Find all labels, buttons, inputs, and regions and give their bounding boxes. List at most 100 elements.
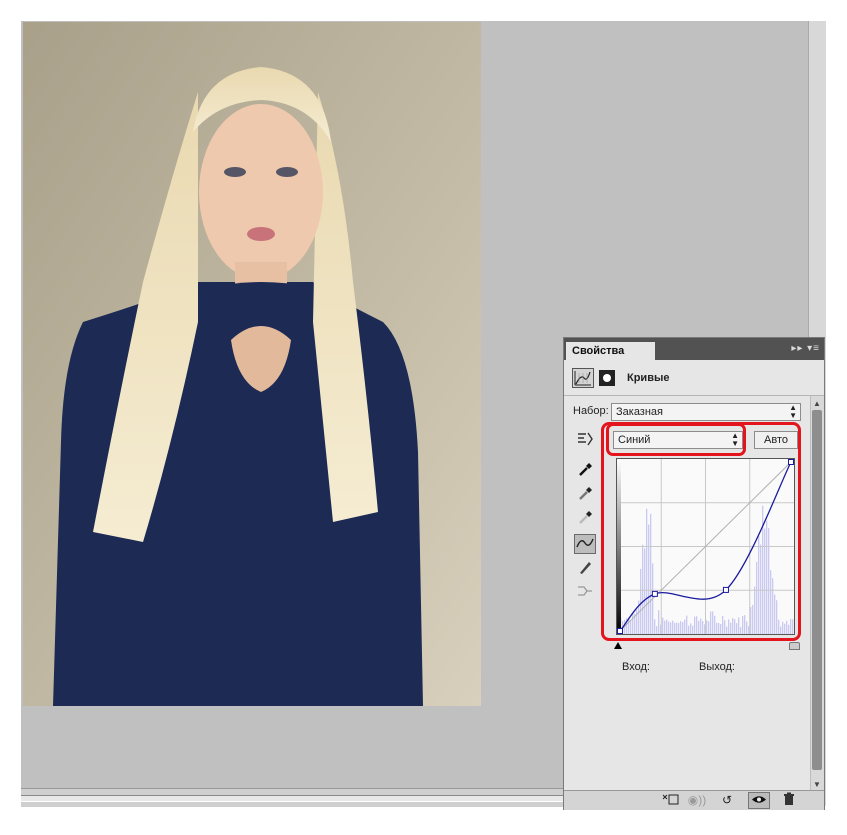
panel-scrollbar[interactable]: ▲ ▼ bbox=[810, 396, 824, 792]
histogram-bar bbox=[726, 626, 728, 634]
histogram-bar bbox=[648, 524, 650, 634]
curve-points-icon[interactable] bbox=[574, 534, 596, 554]
histogram-bar bbox=[632, 613, 634, 634]
histogram-bar bbox=[778, 619, 780, 634]
histogram-bar bbox=[764, 528, 766, 634]
histogram-bar bbox=[756, 561, 758, 634]
histogram-bar bbox=[686, 615, 688, 634]
document-photo bbox=[23, 22, 481, 706]
divider bbox=[564, 395, 824, 396]
layer-mask-icon[interactable] bbox=[599, 370, 615, 386]
histogram-bar bbox=[758, 535, 760, 634]
histogram-bar bbox=[746, 621, 748, 634]
curve-control-point bbox=[617, 628, 623, 634]
histogram-bar bbox=[718, 622, 720, 634]
canvas-horizontal-scrollbar[interactable] bbox=[21, 788, 566, 807]
preset-value: Заказная bbox=[616, 406, 664, 418]
histogram-bar bbox=[692, 625, 694, 634]
histogram-bar bbox=[712, 611, 714, 634]
curves-adjustment-icon[interactable] bbox=[572, 368, 594, 388]
histogram-bar bbox=[714, 615, 716, 634]
histogram-bar bbox=[670, 622, 672, 634]
histogram-bar bbox=[668, 621, 670, 634]
panel-menu-icon[interactable]: ▸▸ ▾≡ bbox=[791, 343, 820, 354]
properties-panel: Свойства ▸▸ ▾≡ Кривые Набор: Заказная ▲ ▼… bbox=[563, 337, 825, 810]
gray-point-eyedropper-icon[interactable] bbox=[574, 484, 596, 504]
histogram-bar bbox=[678, 623, 680, 634]
histogram-bar bbox=[666, 619, 668, 634]
histogram-bar bbox=[684, 619, 686, 634]
histogram-bar bbox=[776, 600, 778, 634]
scroll-thumb[interactable] bbox=[812, 410, 822, 770]
histogram-bar bbox=[702, 620, 704, 634]
histogram-bar bbox=[710, 611, 712, 634]
histogram-bar bbox=[752, 604, 754, 634]
histogram-bar bbox=[708, 621, 710, 634]
histogram-bar bbox=[690, 623, 692, 634]
histogram-bar bbox=[642, 544, 644, 634]
histogram-bar bbox=[792, 619, 794, 634]
curve-control-point bbox=[722, 586, 729, 593]
reset-icon[interactable]: ↺ bbox=[716, 792, 738, 809]
view-previous-icon[interactable]: ◉)) bbox=[686, 792, 708, 809]
preset-label: Набор: bbox=[573, 405, 609, 417]
histogram-bar bbox=[696, 616, 698, 634]
panel-header: Свойства ▸▸ ▾≡ bbox=[564, 338, 824, 360]
panel-footer: ◉)) ↺ bbox=[564, 790, 824, 810]
histogram-bar bbox=[790, 618, 792, 634]
histogram-bar bbox=[742, 615, 744, 634]
histogram-bar bbox=[694, 616, 696, 634]
black-point-eyedropper-icon[interactable] bbox=[574, 460, 596, 480]
histogram-bar bbox=[664, 620, 666, 634]
histogram-bar bbox=[738, 617, 740, 634]
histogram-bar bbox=[672, 620, 674, 634]
histogram-bar bbox=[734, 619, 736, 634]
input-label: Вход: bbox=[622, 661, 650, 673]
histogram-bar bbox=[772, 578, 774, 634]
histogram-bar bbox=[786, 620, 788, 634]
visibility-icon[interactable] bbox=[748, 792, 770, 809]
histogram-bar bbox=[744, 615, 746, 634]
histogram-bar bbox=[644, 548, 646, 634]
histogram-bar bbox=[646, 508, 648, 634]
histogram-bar bbox=[662, 617, 664, 634]
histogram-bar bbox=[640, 568, 642, 634]
white-point-eyedropper-icon[interactable] bbox=[574, 508, 596, 528]
delete-icon[interactable] bbox=[778, 792, 800, 809]
pencil-icon[interactable] bbox=[574, 558, 596, 578]
white-point-slider[interactable] bbox=[789, 642, 800, 650]
smooth-icon[interactable] bbox=[574, 582, 596, 602]
histogram-bar bbox=[724, 620, 726, 634]
clip-to-layer-icon[interactable] bbox=[659, 792, 681, 809]
input-levels-slider[interactable] bbox=[614, 641, 800, 651]
histogram-bar bbox=[676, 622, 678, 634]
histogram-bar bbox=[656, 626, 658, 634]
histogram-bar bbox=[766, 520, 768, 634]
histogram-bar bbox=[636, 609, 638, 634]
histogram-bar bbox=[774, 594, 776, 634]
preset-dropdown[interactable]: Заказная ▲ ▼ bbox=[611, 403, 801, 421]
histogram-bar bbox=[770, 570, 772, 634]
histogram-bar bbox=[730, 622, 732, 634]
histogram-bar bbox=[728, 619, 730, 634]
histogram-bar bbox=[698, 620, 700, 634]
histogram-bar bbox=[682, 622, 684, 634]
scroll-down-icon[interactable]: ▼ bbox=[813, 780, 821, 789]
histogram-bar bbox=[658, 610, 660, 634]
adjustment-title: Кривые bbox=[627, 372, 670, 384]
histogram-bar bbox=[680, 621, 682, 634]
output-gradient-strip bbox=[617, 459, 621, 634]
histogram-bar bbox=[740, 627, 742, 634]
targeted-adjust-icon[interactable] bbox=[574, 430, 596, 450]
histogram-bar bbox=[784, 623, 786, 634]
histogram-bar bbox=[754, 586, 756, 634]
tab-properties[interactable]: Свойства bbox=[566, 342, 655, 360]
histogram-bar bbox=[650, 513, 652, 634]
histogram-bar bbox=[630, 621, 632, 634]
dropdown-arrows-icon: ▲ ▼ bbox=[789, 403, 797, 420]
scroll-up-icon[interactable]: ▲ bbox=[813, 399, 821, 408]
curve-control-point bbox=[651, 590, 658, 597]
black-point-slider[interactable] bbox=[614, 642, 622, 649]
curves-graph[interactable] bbox=[616, 458, 795, 635]
histogram-bar bbox=[760, 544, 762, 634]
